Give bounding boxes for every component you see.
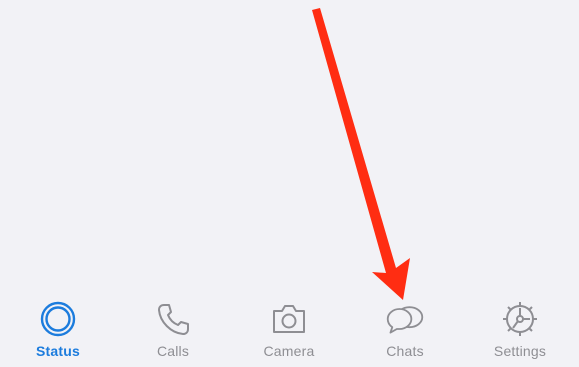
tab-camera-label: Camera <box>263 343 315 359</box>
app-screen: Status Calls Camera Chats Settings <box>0 0 579 367</box>
chat-bubbles-icon <box>385 299 425 339</box>
tab-chats[interactable]: Chats <box>355 297 455 367</box>
gear-icon <box>500 299 540 339</box>
camera-icon <box>269 299 309 339</box>
tab-calls[interactable]: Calls <box>123 297 223 367</box>
red-arrow-shape <box>312 8 410 300</box>
tab-chats-label: Chats <box>386 343 424 359</box>
tab-camera[interactable]: Camera <box>239 297 339 367</box>
tab-status[interactable]: Status <box>8 297 108 367</box>
tab-settings[interactable]: Settings <box>470 297 570 367</box>
tab-bar: Status Calls Camera Chats Settings <box>0 297 579 367</box>
tab-calls-label: Calls <box>156 343 190 359</box>
tab-settings-label: Settings <box>493 343 547 359</box>
phone-icon <box>153 299 193 339</box>
tab-status-label: Status <box>36 343 80 359</box>
status-rings-icon <box>38 299 78 339</box>
